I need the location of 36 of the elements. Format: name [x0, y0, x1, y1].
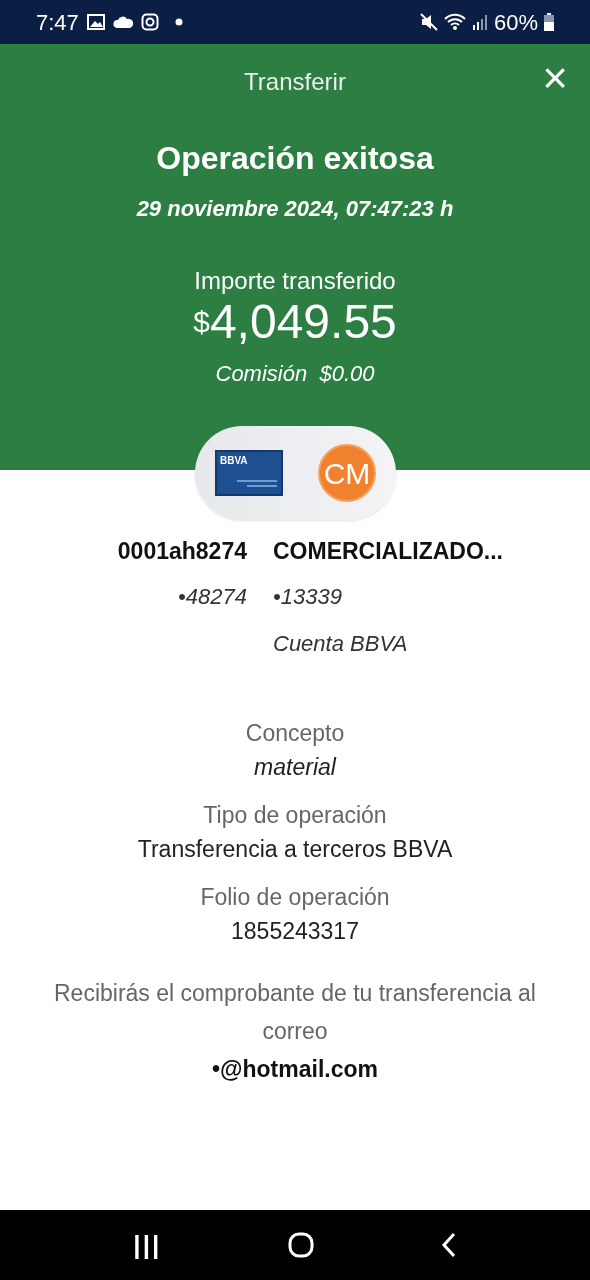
battery-percent: 60%: [493, 8, 538, 37]
home-button[interactable]: [287, 1232, 314, 1258]
detail-label: Folio de operación: [200, 883, 390, 912]
back-button[interactable]: [440, 1232, 457, 1258]
mute-icon: [419, 13, 438, 31]
header-title: Transferir: [244, 67, 346, 97]
origin-account-name: 0001ah8274: [117, 537, 247, 566]
origin-account-number: •48274: [178, 583, 247, 611]
image-icon: [86, 14, 105, 30]
amount-label: Importe transferido: [194, 266, 396, 296]
datetime: 29 noviembre 2024, 07:47:23 h: [136, 195, 454, 223]
currency-sign: $: [193, 305, 210, 338]
detail-value: material: [254, 753, 336, 782]
cloud-icon: [112, 16, 133, 28]
wifi-icon: [443, 13, 466, 31]
recipient-avatar: CM: [318, 444, 376, 502]
detail-label: Tipo de operación: [203, 801, 387, 830]
clock: 7:47: [36, 8, 79, 37]
destination-account-number: •13339: [273, 583, 342, 611]
detail-value: 1855243317: [231, 917, 359, 946]
battery-icon: [544, 13, 554, 31]
detail-value: Transferencia a terceros BBVA: [137, 835, 453, 864]
amount: 4,049.55: [209, 299, 397, 345]
detail-label: Concepto: [245, 719, 345, 748]
recents-button[interactable]: |||: [133, 1225, 162, 1265]
result-title: Operación exitosa: [156, 139, 434, 178]
destination-account-name: COMERCIALIZADO...: [273, 537, 503, 566]
camera-icon: [140, 13, 159, 31]
fee: Comisión $0.00: [215, 360, 375, 388]
close-button[interactable]: ×: [542, 58, 568, 98]
receipt-notice: Recibirás el comprobante de tu transferencia al correo: [53, 979, 537, 1046]
signal-icon: [471, 14, 488, 30]
email: •@hotmail.com: [212, 1055, 378, 1084]
card-logo: BBVA: [220, 454, 248, 468]
dot-icon: [174, 18, 183, 26]
destination-bank: Cuenta BBVA: [273, 630, 408, 658]
